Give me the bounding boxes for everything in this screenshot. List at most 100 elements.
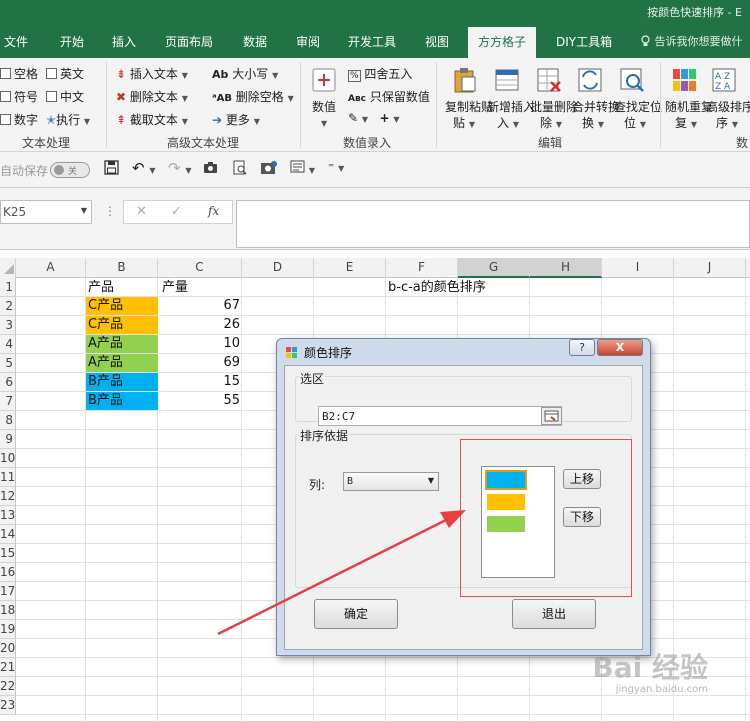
cell-product[interactable]: A产品 xyxy=(86,335,158,353)
cell-product[interactable]: B产品 xyxy=(86,373,158,391)
advanced-sort-button[interactable]: 高级排序 xyxy=(706,98,750,115)
row-header[interactable]: 7 xyxy=(0,392,16,411)
column-header-c[interactable]: C xyxy=(158,258,242,278)
cell-quantity[interactable]: 15 xyxy=(158,373,240,391)
row-header[interactable]: 18 xyxy=(0,601,16,620)
more-dots-icon[interactable]: ⋮ xyxy=(104,204,116,218)
column-header-f[interactable]: F xyxy=(386,258,458,278)
row-header[interactable]: 13 xyxy=(0,506,16,525)
row-header[interactable]: 15 xyxy=(0,544,16,563)
number-checkbox[interactable]: 数字 xyxy=(0,111,38,128)
more-button[interactable]: ➔ 更多 ▼ xyxy=(212,111,260,128)
edit-pen-button[interactable]: ✎ ▼ + ▼ xyxy=(348,111,400,125)
help-button[interactable]: ? xyxy=(569,339,595,356)
space-checkbox[interactable]: 空格 xyxy=(0,65,38,82)
english-checkbox[interactable]: 英文 xyxy=(46,65,84,82)
round-button[interactable]: % 四舍五入 xyxy=(348,65,412,82)
column-header-a[interactable]: A xyxy=(16,258,86,278)
row-header[interactable]: 5 xyxy=(0,354,16,373)
keep-value-button[interactable]: Aʙᴄ 只保留数值 xyxy=(348,88,430,105)
cell-quantity[interactable]: 55 xyxy=(158,392,240,410)
cell-product[interactable]: A产品 xyxy=(86,354,158,372)
column-header-b[interactable]: B xyxy=(86,258,158,278)
case-button[interactable]: Ab 大小写 ▼ xyxy=(212,65,278,82)
tab-home[interactable]: 开始 xyxy=(60,33,84,50)
undo-icon[interactable]: ↶ ▼ xyxy=(132,159,156,177)
name-box[interactable]: K25 ▼ xyxy=(0,200,92,224)
execute-button[interactable]: ✭执行 ▼ xyxy=(46,111,90,128)
column-header-d[interactable]: D xyxy=(242,258,314,278)
row-header[interactable]: 12 xyxy=(0,487,16,506)
confirm-icon[interactable]: ✓ xyxy=(171,204,182,219)
add-insert-button[interactable]: 新增插入 xyxy=(487,98,535,115)
row-header[interactable]: 16 xyxy=(0,563,16,582)
autosave-toggle[interactable]: 关 xyxy=(50,162,90,178)
row-header[interactable]: 2 xyxy=(0,297,16,316)
tab-view[interactable]: 视图 xyxy=(425,33,449,50)
save-icon[interactable] xyxy=(104,160,119,179)
column-header-g[interactable]: G xyxy=(458,258,530,278)
cell-product[interactable]: C产品 xyxy=(86,316,158,334)
exit-button[interactable]: 退出 xyxy=(512,599,596,629)
merge-convert-button[interactable]: 合并转换 xyxy=(572,98,620,115)
row-header[interactable]: 19 xyxy=(0,620,16,639)
tab-diy-toolbox[interactable]: DIY工具箱 xyxy=(556,33,612,50)
tab-fangfang-gezi[interactable]: 方方格子 xyxy=(468,27,537,58)
name-box-dropdown-icon[interactable]: ▼ xyxy=(81,206,87,215)
tab-developer[interactable]: 开发工具 xyxy=(348,33,396,50)
cell-c1[interactable]: 产量 xyxy=(162,279,188,297)
close-button[interactable]: X xyxy=(597,339,643,356)
column-header-i[interactable]: I xyxy=(602,258,674,278)
cell-quantity[interactable]: 10 xyxy=(158,335,240,353)
formula-input[interactable] xyxy=(236,200,750,248)
range-picker-button[interactable] xyxy=(541,407,562,425)
row-header[interactable]: 11 xyxy=(0,468,16,487)
insert-text-button[interactable]: ⇟ 插入文本 ▼ xyxy=(116,65,188,82)
find-locate-button[interactable]: 查找定位 xyxy=(614,98,662,115)
cell-f1[interactable]: b-c-a的颜色排序 xyxy=(388,279,486,297)
tab-review[interactable]: 审阅 xyxy=(296,33,320,50)
batch-delete-button[interactable]: 批量删除 xyxy=(530,98,578,115)
value-button[interactable]: 数值 ▼ xyxy=(312,98,336,129)
column-header-j[interactable]: J xyxy=(674,258,746,278)
cell-quantity[interactable]: 69 xyxy=(158,354,240,372)
row-header[interactable]: 20 xyxy=(0,639,16,658)
cell-quantity[interactable]: 67 xyxy=(158,297,240,315)
cell-b1[interactable]: 产品 xyxy=(88,279,114,297)
row-header[interactable]: 8 xyxy=(0,411,16,430)
cancel-icon[interactable]: ✕ xyxy=(136,204,147,219)
select-all-corner[interactable] xyxy=(0,258,16,278)
tell-me-search[interactable]: 告诉我你想要做什 xyxy=(640,33,743,49)
row-header[interactable]: 22 xyxy=(0,677,16,696)
tab-insert[interactable]: 插入 xyxy=(112,33,136,50)
tab-file[interactable]: 文件 xyxy=(4,33,28,50)
column-select[interactable]: B ▼ xyxy=(343,472,439,491)
cut-text-button[interactable]: ⇞ 截取文本 ▼ xyxy=(116,111,188,128)
chinese-checkbox[interactable]: 中文 xyxy=(46,88,84,105)
row-header[interactable]: 4 xyxy=(0,335,16,354)
row-header[interactable]: 1 xyxy=(0,278,16,297)
print-preview-icon[interactable] xyxy=(233,160,247,178)
row-header[interactable]: 10 xyxy=(0,449,16,468)
tab-data[interactable]: 数据 xyxy=(243,33,267,50)
column-header-e[interactable]: E xyxy=(314,258,386,278)
column-header-h[interactable]: H xyxy=(530,258,602,278)
symbol-checkbox[interactable]: 符号 xyxy=(0,88,38,105)
delete-text-button[interactable]: ✖ 删除文本 ▼ xyxy=(116,88,188,105)
camera-icon[interactable] xyxy=(203,161,218,177)
customize-qat-icon[interactable]: ⁼ ▼ xyxy=(328,160,344,174)
tab-page-layout[interactable]: 页面布局 xyxy=(165,33,213,50)
row-header[interactable]: 3 xyxy=(0,316,16,335)
delete-space-button[interactable]: ᵃAB 删除空格 ▼ xyxy=(212,88,294,105)
cell-quantity[interactable]: 26 xyxy=(158,316,240,334)
row-header[interactable]: 9 xyxy=(0,430,16,449)
range-input[interactable]: B2:C7 xyxy=(318,406,562,426)
insert-function-icon[interactable]: fx xyxy=(208,204,219,218)
row-header[interactable]: 23 xyxy=(0,696,16,715)
ok-button[interactable]: 确定 xyxy=(314,599,398,629)
screenshot-tool-icon[interactable] xyxy=(260,160,278,179)
row-header[interactable]: 21 xyxy=(0,658,16,677)
form-icon[interactable]: ▼ xyxy=(290,160,315,176)
row-header[interactable]: 6 xyxy=(0,373,16,392)
cell-product[interactable]: C产品 xyxy=(86,297,158,315)
